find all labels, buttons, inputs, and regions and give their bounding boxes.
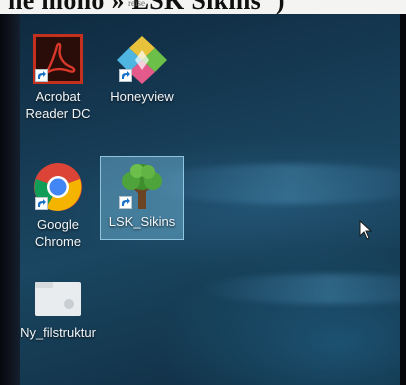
screen-bezel-right [400, 14, 406, 385]
screen-bezel-left [0, 14, 20, 385]
shortcut-arrow-icon [35, 197, 48, 210]
document-caption: ne mono » LSK Sikins") [8, 0, 285, 14]
lsk-sikins-label: LSK_Sikins [108, 214, 176, 229]
wallpaper-light-streak [200, 274, 400, 304]
document-small-text: reise [128, 0, 145, 8]
ny-filstruktur-label: Ny_filstruktur [20, 325, 96, 340]
document-text-strip: ne mono » LSK Sikins") reise [0, 0, 406, 14]
google-chrome-label: Google Chrome [34, 217, 82, 249]
desktop[interactable]: Acrobat Reader DC Honeyview Google Chrom… [20, 14, 400, 385]
tree-icon [117, 161, 167, 211]
desktop-icon-lsk-sikins[interactable]: LSK_Sikins [100, 156, 184, 240]
desktop-icon-google-chrome[interactable]: Google Chrome [20, 154, 100, 249]
desktop-icon-acrobat-reader[interactable]: Acrobat Reader DC [20, 26, 100, 121]
desktop-icon-honeyview[interactable]: Honeyview [100, 26, 184, 120]
honeyview-label: Honeyview [110, 89, 174, 104]
desktop-icon-ny-filstruktur[interactable]: Ny_filstruktur [20, 268, 102, 362]
shortcut-arrow-icon [119, 196, 132, 209]
acrobat-reader-label: Acrobat Reader DC [25, 89, 91, 121]
acrobat-reader-icon [33, 34, 83, 84]
chrome-icon [33, 162, 83, 212]
folder-icon [33, 278, 83, 328]
mouse-cursor-icon [359, 219, 373, 245]
shortcut-arrow-icon [119, 69, 132, 82]
honeyview-icon [117, 34, 167, 84]
shortcut-arrow-icon [35, 69, 48, 82]
